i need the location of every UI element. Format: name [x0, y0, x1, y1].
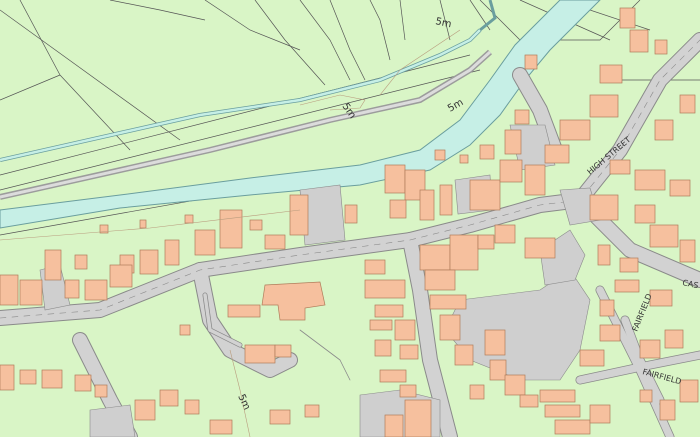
os-mastermap[interactable]: 5m 5m 5m 5m HIGH STREET FAIRFIELD FAIRFI… — [0, 0, 700, 437]
map-viewport[interactable]: 5m 5m 5m 5m HIGH STREET FAIRFIELD FAIRFI… — [0, 0, 700, 437]
